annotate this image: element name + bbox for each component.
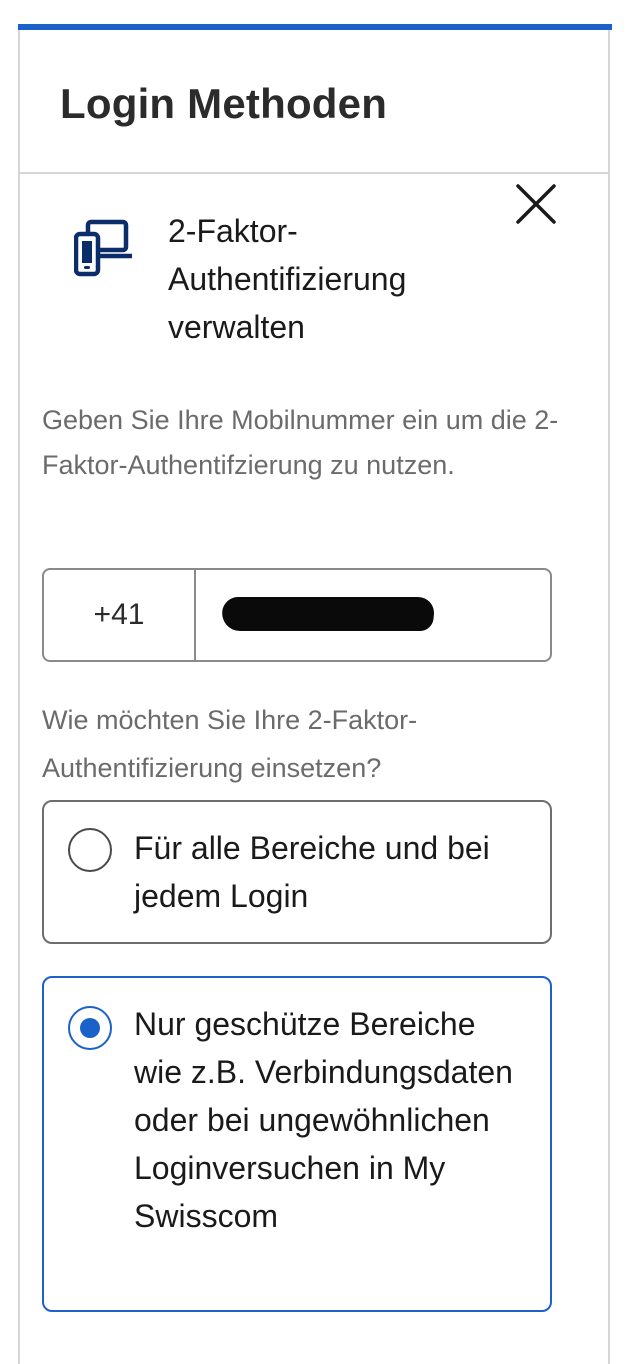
option-protected-areas-label: Nur geschütze Bereiche wie z.B. Verbindu… <box>134 1006 513 1234</box>
usage-question: Wie möchten Sie Ihre 2-Faktor-Authentifi… <box>42 705 418 783</box>
instruction-text: Geben Sie Ihre Mobilnummer ein um die 2-… <box>42 405 559 480</box>
option-protected-areas[interactable]: Nur geschütze Bereiche wie z.B. Verbindu… <box>42 976 552 1312</box>
devices-icon <box>73 218 134 278</box>
panel-header: Login Methoden <box>20 30 608 174</box>
close-button[interactable] <box>512 180 560 228</box>
mobile-number-input[interactable] <box>196 570 550 660</box>
radio-protected-areas[interactable] <box>68 1006 112 1050</box>
radio-all-areas[interactable] <box>68 828 112 872</box>
mobile-number-field[interactable]: +41 <box>42 568 552 662</box>
redacted-number <box>220 597 436 631</box>
section-title: 2-Faktor-Authentifizierung verwalten <box>168 213 407 345</box>
close-icon[interactable] <box>512 180 560 228</box>
option-all-areas[interactable]: Für alle Bereiche und bei jedem Login <box>42 800 552 944</box>
page-title: Login Methoden <box>60 80 388 127</box>
option-all-areas-label: Für alle Bereiche und bei jedem Login <box>134 830 490 914</box>
country-code-select[interactable]: +41 <box>44 570 196 660</box>
radio-selected-dot <box>80 1018 100 1038</box>
